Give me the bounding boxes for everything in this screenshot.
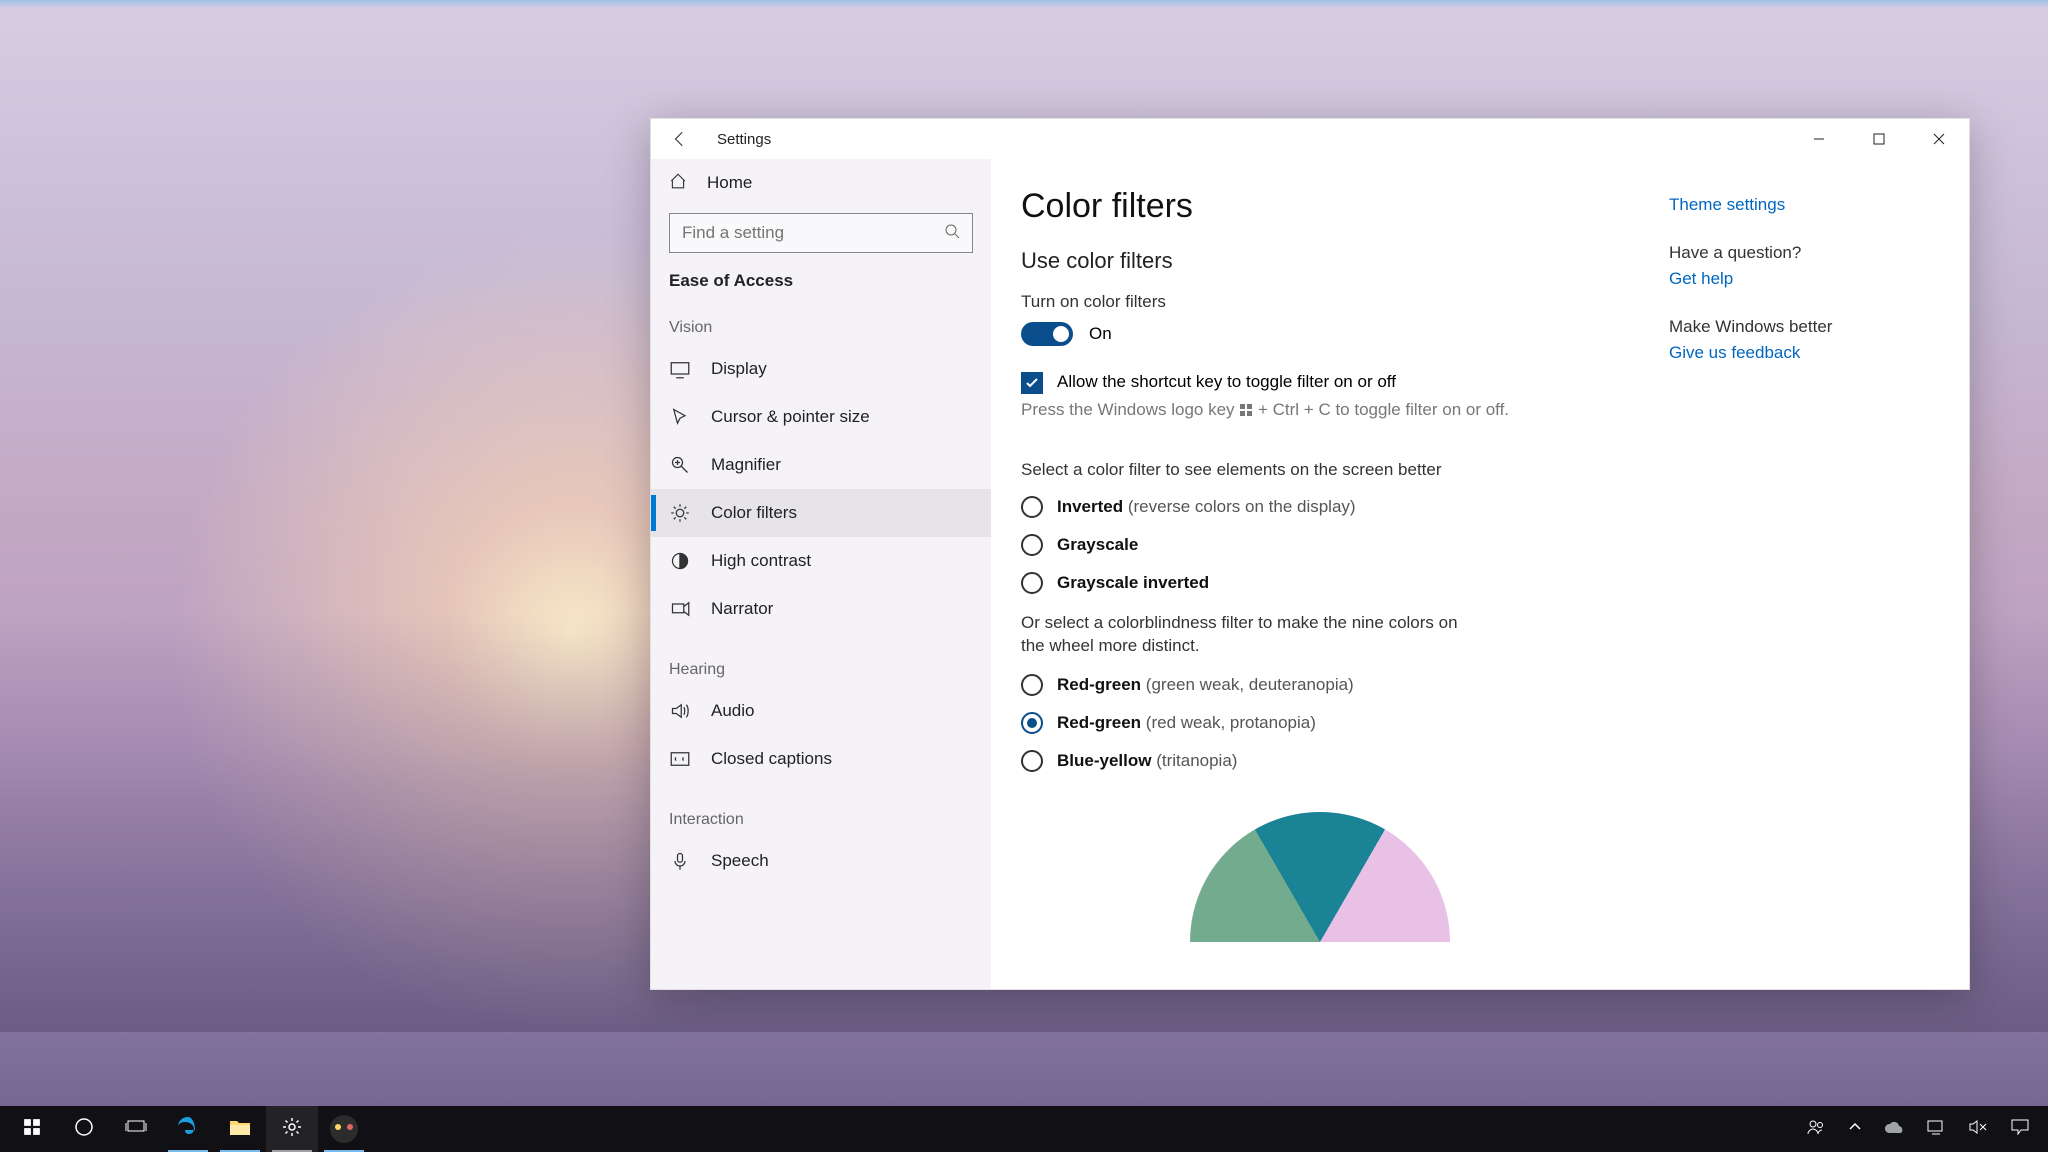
home-button[interactable]: Home [651, 159, 991, 207]
radio-protanopia[interactable]: Red-green (red weak, protanopia) [1021, 712, 1619, 734]
get-help-link[interactable]: Get help [1669, 269, 1929, 289]
cursor-icon [669, 406, 691, 428]
aside-pane: Theme settings Have a question? Get help… [1669, 187, 1929, 989]
narrator-icon [669, 598, 691, 620]
contrast-icon [669, 550, 691, 572]
search-icon [944, 223, 960, 244]
home-icon [669, 172, 687, 195]
nav-label: High contrast [711, 551, 811, 571]
back-button[interactable] [669, 128, 691, 150]
nav-label: Narrator [711, 599, 773, 619]
onedrive-icon[interactable] [1884, 1120, 1904, 1139]
radio-grayscale-inverted[interactable]: Grayscale inverted [1021, 572, 1619, 594]
close-button[interactable] [1909, 119, 1969, 159]
task-view-icon [125, 1118, 147, 1141]
shortcut-label: Allow the shortcut key to toggle filter … [1057, 372, 1396, 392]
nav-label: Display [711, 359, 767, 379]
section-title: Use color filters [1021, 248, 1619, 274]
question-label: Have a question? [1669, 243, 1929, 263]
network-icon[interactable] [1926, 1119, 1946, 1140]
page-title: Color filters [1021, 187, 1619, 226]
better-label: Make Windows better [1669, 317, 1929, 337]
gear-icon [282, 1117, 302, 1142]
radio-tritanopia[interactable]: Blue-yellow (tritanopia) [1021, 750, 1619, 772]
edge-button[interactable] [162, 1106, 214, 1152]
captions-icon [669, 748, 691, 770]
main-pane: Color filters Use color filters Turn on … [1021, 187, 1619, 989]
chevron-up-icon[interactable] [1848, 1120, 1862, 1139]
group-hearing: Hearing [651, 633, 991, 687]
toggle-label: Turn on color filters [1021, 292, 1619, 312]
action-center-icon[interactable] [2010, 1118, 2030, 1141]
brightness-icon [669, 502, 691, 524]
nav-magnifier[interactable]: Magnifier [651, 441, 991, 489]
people-icon[interactable] [1806, 1117, 1826, 1142]
theme-settings-link[interactable]: Theme settings [1669, 195, 1929, 215]
display-icon [669, 358, 691, 380]
task-view-button[interactable] [110, 1106, 162, 1152]
settings-window: Settings Home Ease of Access Vision Disp… [650, 118, 1970, 990]
circle-icon [74, 1117, 94, 1142]
nav-label: Audio [711, 701, 754, 721]
paint-button[interactable] [318, 1106, 370, 1152]
nav-speech[interactable]: Speech [651, 837, 991, 885]
toggle-state: On [1089, 324, 1112, 344]
file-explorer-button[interactable] [214, 1106, 266, 1152]
window-title: Settings [717, 131, 771, 148]
colorblind-intro: Or select a colorblindness filter to mak… [1021, 612, 1471, 658]
edge-icon [176, 1115, 200, 1144]
shortcut-hint: Press the Windows logo key + Ctrl + C to… [1021, 400, 1619, 420]
nav-label: Magnifier [711, 455, 781, 475]
nav-label: Closed captions [711, 749, 832, 769]
nav-audio[interactable]: Audio [651, 687, 991, 735]
nav-label: Cursor & pointer size [711, 407, 870, 427]
group-interaction: Interaction [651, 783, 991, 837]
feedback-link[interactable]: Give us feedback [1669, 343, 1929, 363]
nav-display[interactable]: Display [651, 345, 991, 393]
title-bar: Settings [651, 119, 1969, 159]
paint-icon [330, 1115, 358, 1143]
nav-color-filters[interactable]: Color filters [651, 489, 991, 537]
nav-cursor[interactable]: Cursor & pointer size [651, 393, 991, 441]
audio-icon [669, 700, 691, 722]
start-button[interactable] [6, 1106, 58, 1152]
nav-high-contrast[interactable]: High contrast [651, 537, 991, 585]
radio-deuteranopia[interactable]: Red-green (green weak, deuteranopia) [1021, 674, 1619, 696]
magnifier-icon [669, 454, 691, 476]
select-label: Select a color filter to see elements on… [1021, 460, 1619, 480]
windows-icon [23, 1118, 41, 1141]
minimize-button[interactable] [1789, 119, 1849, 159]
nav-label: Color filters [711, 503, 797, 523]
color-filters-toggle[interactable] [1021, 322, 1073, 346]
nav-label: Speech [711, 851, 769, 871]
nav-narrator[interactable]: Narrator [651, 585, 991, 633]
mic-icon [669, 850, 691, 872]
radio-grayscale[interactable]: Grayscale [1021, 534, 1619, 556]
category-label: Ease of Access [651, 271, 991, 291]
volume-muted-icon[interactable] [1968, 1118, 1988, 1141]
taskbar [0, 1106, 2048, 1152]
maximize-button[interactable] [1849, 119, 1909, 159]
search-box[interactable] [669, 213, 973, 253]
sidebar: Home Ease of Access Vision Display Curso… [651, 159, 991, 989]
shortcut-checkbox[interactable] [1021, 372, 1043, 394]
radio-inverted[interactable]: Inverted (reverse colors on the display) [1021, 496, 1619, 518]
nav-closed-captions[interactable]: Closed captions [651, 735, 991, 783]
search-input[interactable] [682, 223, 944, 243]
cortana-button[interactable] [58, 1106, 110, 1152]
color-wheel-preview [1190, 812, 1450, 942]
system-tray [1806, 1117, 2042, 1142]
home-label: Home [707, 173, 752, 193]
settings-taskbar-button[interactable] [266, 1106, 318, 1152]
folder-icon [228, 1117, 252, 1142]
group-vision: Vision [651, 291, 991, 345]
